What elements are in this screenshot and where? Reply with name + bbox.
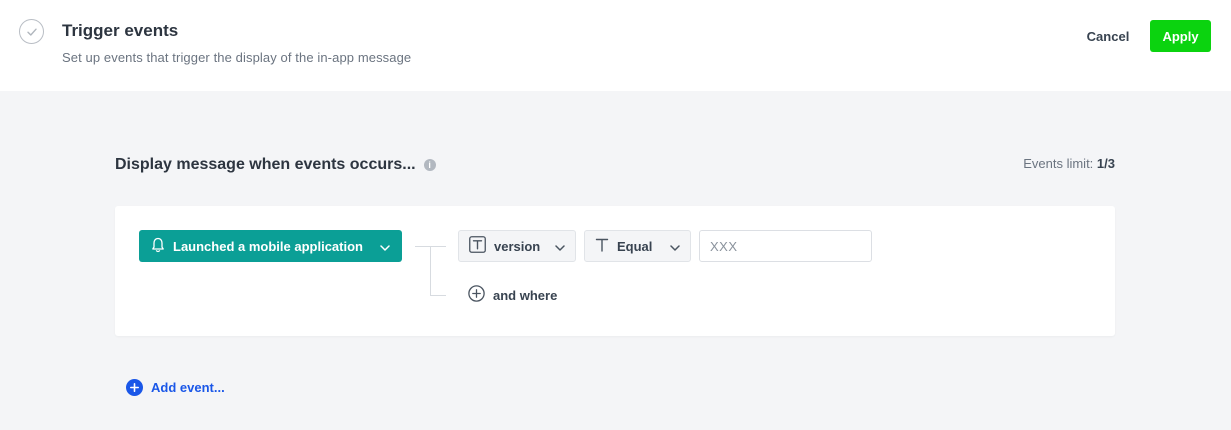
events-limit-value: 1/3 [1096,156,1115,171]
bell-icon [151,237,165,256]
apply-button[interactable]: Apply [1150,20,1211,52]
and-where-button[interactable]: and where [468,284,557,306]
event-select-button[interactable]: Launched a mobile application [139,230,402,262]
text-type-icon [595,238,609,255]
event-name: Launched a mobile application [173,238,363,254]
cancel-button[interactable]: Cancel [1076,20,1140,52]
text-type-icon [469,236,486,256]
plus-circle-icon [468,285,485,305]
add-event-label: Add event... [151,379,225,395]
condition-value-input[interactable] [699,230,872,262]
check-circle-icon [19,19,44,44]
attribute-label: version [494,238,541,254]
plus-circle-icon [126,378,143,396]
operator-label: Equal [617,238,653,254]
page-header: Trigger events Set up events that trigge… [0,0,1231,91]
page-subtitle: Set up events that trigger the display o… [62,50,412,65]
chevron-down-icon [380,239,390,254]
connector-line [430,295,446,296]
page-title: Trigger events [62,21,179,40]
operator-select[interactable]: Equal [584,230,691,262]
add-event-button[interactable]: Add event... [126,377,225,397]
and-where-label: and where [493,287,558,303]
attribute-select[interactable]: version [458,230,576,262]
chevron-down-icon [670,239,680,254]
events-limit-label: Events limit: [1023,156,1094,171]
section-title: Display message when events occurs... i [115,156,436,174]
section-title-text: Display message when events occurs... [115,156,416,173]
events-limit: Events limit: 1/3 [1023,156,1115,171]
event-card: Launched a mobile application version Eq… [115,206,1115,336]
connector-line [430,246,431,296]
info-icon[interactable]: i [423,159,436,171]
chevron-down-icon [555,239,565,254]
